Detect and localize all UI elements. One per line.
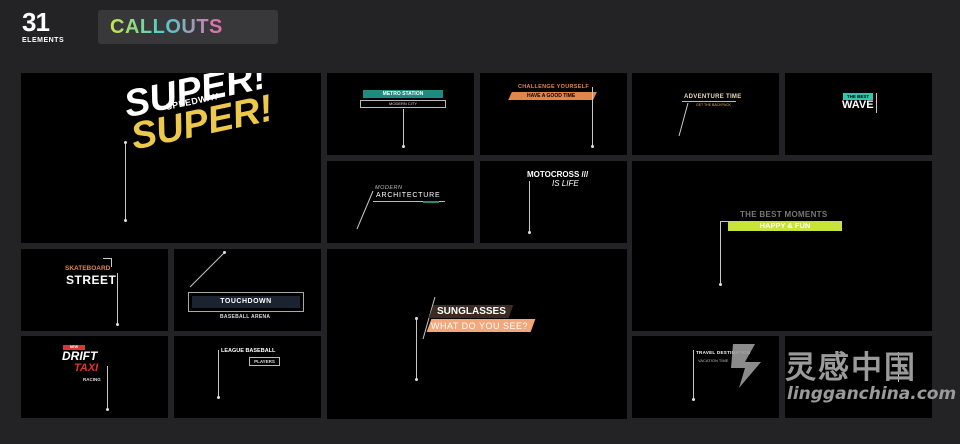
sunglasses-pointer-dot-bottom — [415, 378, 418, 381]
touchdown-pointer-dot — [223, 251, 226, 254]
sunglasses-top: SUNGLASSES — [437, 306, 506, 317]
drift-top: DRIFT — [62, 349, 98, 363]
moments-pointer-tick — [720, 221, 728, 222]
tile-super-speedway[interactable]: SUPER! SPEEDWAY SUPER! — [21, 73, 321, 243]
baseball-pointer-line — [218, 350, 219, 398]
touchdown-box: TOUCHDOWN — [188, 292, 304, 312]
adventure-title: ADVENTURE TIME — [684, 94, 742, 100]
watermark: 灵感中国 lingganchina.com — [725, 340, 956, 420]
wave-pointer-line — [876, 93, 877, 113]
wave-bottom: WAVE — [842, 99, 874, 111]
metro-title: METRO STATION — [382, 91, 424, 97]
watermark-logo-icon — [731, 344, 761, 388]
tile-skateboard-street[interactable]: SKATEBOARD STREET — [21, 249, 168, 331]
tile-drift-taxi[interactable]: NEW DRIFT TAXI RACING — [21, 336, 168, 418]
category-pill[interactable]: CALLOUTS — [98, 10, 278, 44]
adventure-sub: GET THE BACKPACK — [696, 103, 731, 107]
touchdown-title: TOUCHDOWN — [220, 298, 272, 305]
metro-title-bar: METRO STATION — [363, 90, 443, 98]
drift-pointer-line — [107, 366, 108, 410]
travel-bottom: VACATION TIME — [698, 358, 729, 363]
moments-bottom: HAPPY & FUN — [759, 221, 811, 230]
moments-pointer-dot — [719, 283, 722, 286]
touchdown-pointer-line — [189, 252, 225, 288]
travel-pointer-dot — [692, 398, 695, 401]
tile-league-baseball[interactable]: LEAGUE BASEBALL PLAYERS — [174, 336, 321, 418]
tile-touchdown[interactable]: TOUCHDOWN BASEBALL ARENA — [174, 249, 321, 331]
baseball-pointer-dot — [217, 396, 220, 399]
watermark-en: lingganchina.com — [787, 384, 957, 404]
drift-pointer-dot — [106, 408, 109, 411]
travel-pointer-line — [693, 350, 694, 400]
element-count: 31 — [22, 7, 50, 37]
motocross-top: MOTOCROSS /// — [527, 170, 589, 179]
super-pointer-line — [125, 143, 126, 220]
challenge-title: CHALLENGE YOURSELF — [518, 84, 589, 90]
modern-bottom: ARCHITECTURE — [376, 192, 441, 199]
watermark-cn: 灵感中国 — [785, 350, 917, 386]
sunglasses-slash — [422, 296, 436, 340]
drift-middle: TAXI — [74, 362, 99, 374]
motocross-bottom: IS LIFE — [552, 179, 579, 188]
skateboard-corner — [103, 258, 112, 267]
modern-pointer-line — [356, 190, 374, 230]
metro-pointer-dot — [402, 145, 405, 148]
sunglasses-pointer-dot-top — [415, 317, 418, 320]
touchdown-inner: TOUCHDOWN — [192, 296, 300, 308]
tile-modern-architecture[interactable]: MODERN ARCHITECTURE — [327, 161, 474, 243]
challenge-pointer-dot — [591, 145, 594, 148]
tile-motocross[interactable]: MOTOCROSS /// IS LIFE — [480, 161, 627, 243]
tile-challenge-yourself[interactable]: CHALLENGE YOURSELF HAVE A GOOD TIME — [480, 73, 627, 155]
sunglasses-pointer-line — [416, 319, 417, 379]
super-pointer-dot-bottom — [124, 219, 127, 222]
touchdown-sub: BASEBALL ARENA — [220, 314, 271, 320]
tile-metro-station[interactable]: METRO STATION MODERN CITY — [327, 73, 474, 155]
metro-sub-box: MODERN CITY — [360, 100, 446, 108]
metro-sub: MODERN CITY — [389, 101, 417, 106]
modern-accent — [423, 201, 439, 203]
baseball-top: LEAGUE BASEBALL — [221, 348, 276, 354]
tile-best-moments[interactable]: THE BEST MOMENTS HAPPY & FUN — [632, 161, 932, 331]
skateboard-pointer-line — [117, 273, 118, 325]
challenge-sub: HAVE A GOOD TIME — [527, 93, 576, 99]
skateboard-pointer-dot — [116, 323, 119, 326]
adventure-pointer-line — [678, 102, 689, 137]
metro-pointer-line — [403, 109, 404, 147]
modern-top: MODERN — [375, 185, 403, 191]
tile-sunglasses[interactable]: SUNGLASSES WHAT DO YOU SEE? — [327, 249, 627, 419]
sunglasses-bottom: WHAT DO YOU SEE? — [431, 321, 529, 331]
category-title: CALLOUTS — [110, 16, 223, 38]
super-pointer-dot-top — [124, 141, 127, 144]
moments-pointer-line — [720, 221, 721, 285]
challenge-pointer-line — [592, 87, 593, 147]
motocross-pointer-line — [529, 181, 530, 233]
moments-bar: HAPPY & FUN — [728, 221, 842, 231]
tile-best-wave[interactable]: THE BEST WAVE — [785, 73, 932, 155]
element-count-label: ELEMENTS — [22, 37, 65, 44]
baseball-bottom: PLAYERS — [254, 359, 275, 364]
skateboard-bottom: STREET — [66, 273, 117, 287]
baseball-bottom-box: PLAYERS — [249, 357, 280, 366]
drift-bottom: RACING — [83, 377, 101, 382]
tile-adventure-time[interactable]: ADVENTURE TIME GET THE BACKPACK — [632, 73, 779, 155]
moments-top: THE BEST MOMENTS — [740, 210, 828, 219]
motocross-pointer-dot — [528, 231, 531, 234]
